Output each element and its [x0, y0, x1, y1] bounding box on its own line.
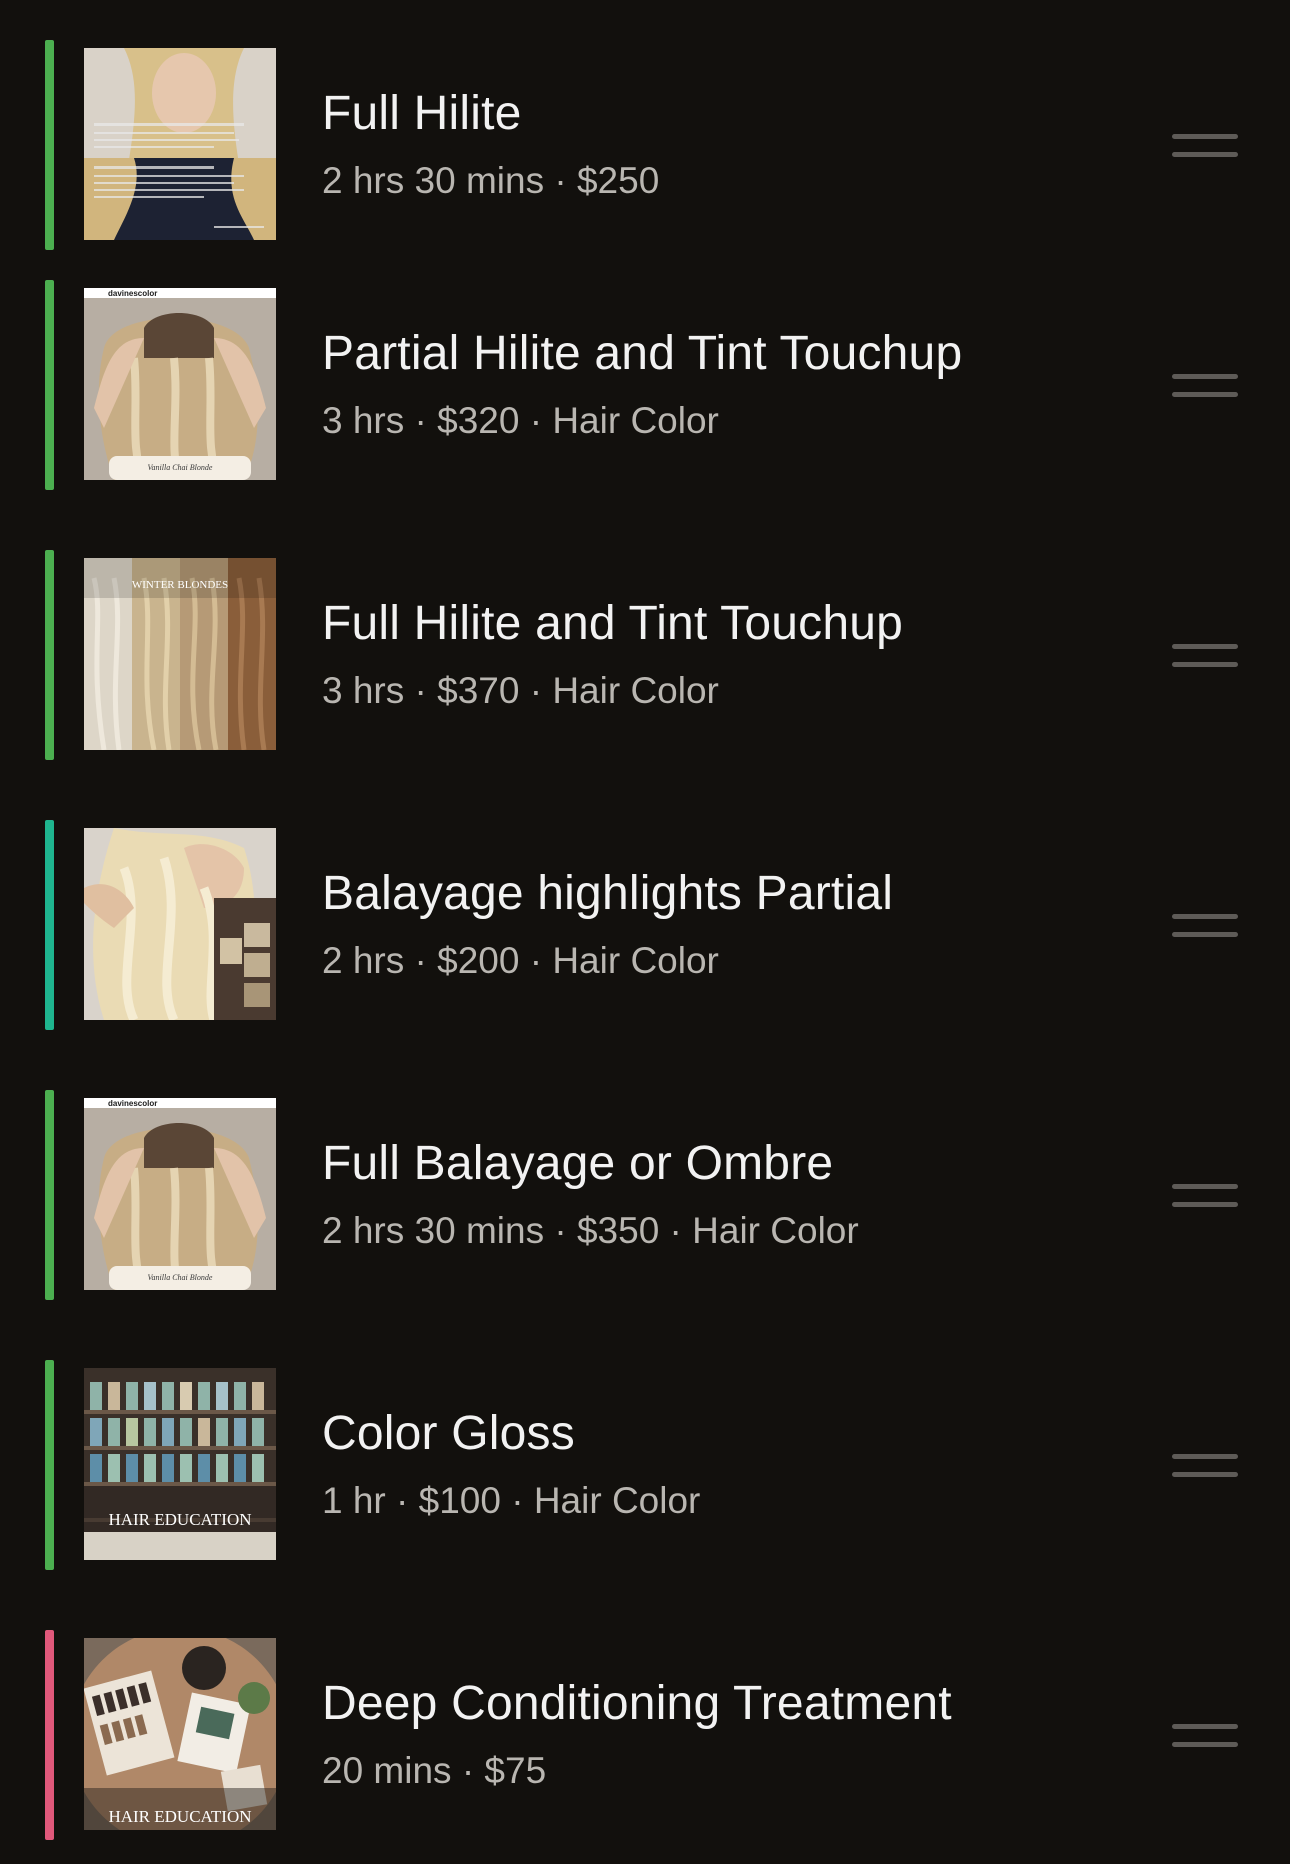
service-thumbnail: davinescolor Vanilla Chai Blonde: [84, 288, 276, 480]
service-thumbnail: HAIR EDUCATION: [84, 1638, 276, 1830]
balayage-photo: davinescolor Vanilla Chai Blonde: [84, 1098, 276, 1290]
balayage-photo: davinescolor Vanilla Chai Blonde: [84, 288, 276, 480]
drag-handle-icon[interactable]: [1170, 130, 1240, 160]
service-thumbnail: [84, 828, 276, 1020]
service-title: Full Hilite: [322, 87, 522, 140]
drag-handle-icon[interactable]: [1170, 640, 1240, 670]
blonde-hair-photo: [84, 828, 276, 1020]
service-title: Color Gloss: [322, 1407, 575, 1460]
service-thumbnail: davinescolor Vanilla Chai Blonde: [84, 1098, 276, 1290]
service-row[interactable]: WINTER BLONDES Full Hilite and Tint Touc…: [0, 550, 1290, 760]
service-row[interactable]: HAIR EDUCATION Deep Conditioning Treatme…: [0, 1630, 1290, 1840]
image-caption-text: Vanilla Chai Blonde: [148, 463, 213, 472]
service-details: 2 hrs 30 mins · $350 · Hair Color: [322, 1210, 859, 1251]
drag-handle-icon[interactable]: [1170, 1720, 1240, 1750]
image-header-text: WINTER BLONDES: [132, 579, 228, 591]
service-details: 2 hrs · $200 · Hair Color: [322, 940, 719, 981]
drag-handle-icon[interactable]: [1170, 370, 1240, 400]
service-details: 3 hrs · $320 · Hair Color: [322, 400, 719, 441]
winter-blondes-photo: WINTER BLONDES: [84, 558, 276, 750]
image-header-text: davinescolor: [108, 289, 157, 298]
drag-handle-icon[interactable]: [1170, 1180, 1240, 1210]
drag-handle-icon[interactable]: [1170, 1450, 1240, 1480]
image-header-text: davinescolor: [108, 1099, 157, 1108]
service-details: 1 hr · $100 · Hair Color: [322, 1480, 701, 1521]
service-details: 3 hrs · $370 · Hair Color: [322, 670, 719, 711]
category-color-bar: [45, 550, 54, 760]
category-color-bar: [45, 820, 54, 1030]
category-color-bar: [45, 1090, 54, 1300]
image-caption-text: Vanilla Chai Blonde: [148, 1273, 213, 1282]
service-row[interactable]: davinescolor Vanilla Chai Blonde Partial…: [0, 280, 1290, 490]
service-row[interactable]: Balayage highlights Partial 2 hrs · $200…: [0, 820, 1290, 1030]
blonde-portrait-photo: [84, 48, 276, 240]
service-thumbnail: WINTER BLONDES: [84, 558, 276, 750]
service-thumbnail: HAIR EDUCATION: [84, 1368, 276, 1560]
service-details: 2 hrs 30 mins · $250: [322, 160, 660, 201]
category-color-bar: [45, 1360, 54, 1570]
service-row[interactable]: davinescolor Vanilla Chai Blonde Full Ba…: [0, 1090, 1290, 1300]
service-title: Full Hilite and Tint Touchup: [322, 597, 904, 650]
image-caption-text: HAIR EDUCATION: [108, 1510, 251, 1529]
category-color-bar: [45, 40, 54, 250]
service-list: Full Hilite 2 hrs 30 mins · $250 davines…: [0, 0, 1290, 1864]
drag-handle-icon[interactable]: [1170, 910, 1240, 940]
category-color-bar: [45, 1630, 54, 1840]
service-title: Deep Conditioning Treatment: [322, 1677, 952, 1730]
service-details: 20 mins · $75: [322, 1750, 547, 1791]
product-shelf-photo: HAIR EDUCATION: [84, 1368, 276, 1560]
service-row[interactable]: Full Hilite 2 hrs 30 mins · $250: [0, 40, 1290, 250]
category-color-bar: [45, 280, 54, 490]
service-title: Balayage highlights Partial: [322, 867, 894, 920]
service-thumbnail: [84, 48, 276, 240]
color-tools-photo: HAIR EDUCATION: [84, 1638, 276, 1830]
service-title: Full Balayage or Ombre: [322, 1137, 834, 1190]
image-caption-text: HAIR EDUCATION: [108, 1807, 251, 1826]
service-title: Partial Hilite and Tint Touchup: [322, 327, 963, 380]
service-row[interactable]: HAIR EDUCATION Color Gloss 1 hr · $100 ·…: [0, 1360, 1290, 1570]
